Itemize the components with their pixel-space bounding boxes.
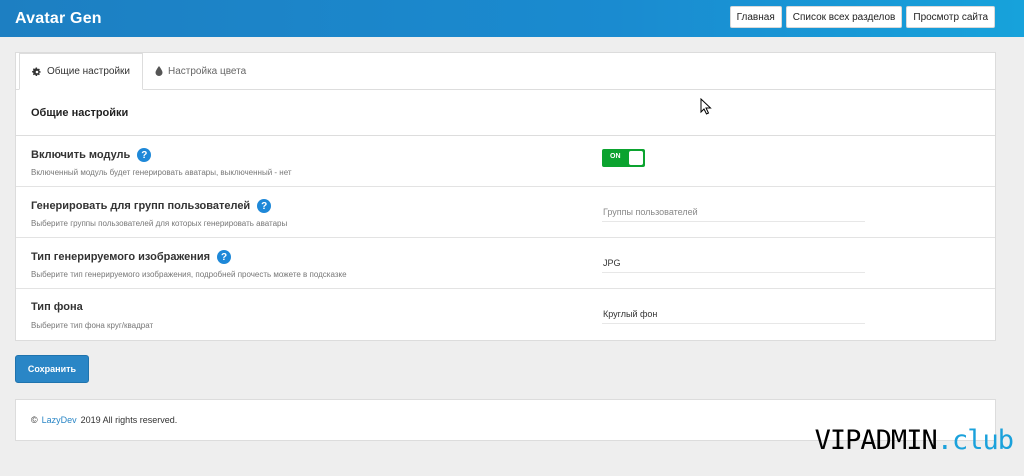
setting-label: Тип генерируемого изображения — [31, 251, 211, 263]
watermark-dot: . — [936, 425, 953, 456]
enable-module-toggle[interactable]: ON — [602, 149, 645, 167]
setting-description: Выберите тип генерируемого изображения, … — [31, 270, 347, 279]
save-button[interactable]: Сохранить — [15, 355, 89, 383]
top-navbar: Avatar Gen Главная Список всех разделов … — [0, 0, 1024, 37]
setting-row-image-type: Тип генерируемого изображения ? Выберите… — [16, 238, 995, 289]
tab-label: Настройка цвета — [168, 65, 247, 77]
copyright-text: 2019 All rights reserved. — [80, 415, 178, 425]
copyright-symbol: © — [31, 415, 38, 425]
watermark-suffix: club — [951, 425, 1014, 456]
watermark-main: VIPADMIN — [814, 425, 938, 456]
all-sections-button[interactable]: Список всех разделов — [785, 6, 903, 28]
view-site-button[interactable]: Просмотр сайта — [906, 6, 995, 28]
home-button[interactable]: Главная — [729, 6, 782, 28]
tab-label: Общие настройки — [47, 66, 130, 77]
app-title: Avatar Gen — [15, 9, 102, 27]
drop-icon — [155, 66, 163, 76]
help-icon[interactable]: ? — [217, 250, 232, 264]
settings-panel: Общие настройки Настройка цвета Общие на… — [15, 52, 996, 341]
help-icon[interactable]: ? — [137, 148, 152, 162]
image-type-select[interactable]: JPG — [602, 253, 865, 273]
help-icon[interactable]: ? — [257, 199, 272, 213]
watermark: VIPADMIN.club — [814, 425, 1014, 456]
section-title: Общие настройки — [16, 90, 995, 136]
tab-color-settings[interactable]: Настройка цвета — [143, 53, 258, 89]
setting-description: Выберите тип фона круг/квадрат — [31, 321, 154, 330]
toggle-state-label: ON — [610, 153, 621, 160]
tab-general-settings[interactable]: Общие настройки — [19, 53, 143, 90]
setting-row-user-groups: Генерировать для групп пользователей ? В… — [16, 187, 995, 238]
mouse-pointer-icon — [700, 97, 712, 120]
background-type-select[interactable]: Круглый фон — [602, 304, 865, 324]
header-buttons: Главная Список всех разделов Просмотр са… — [729, 6, 995, 28]
gear-icon — [32, 67, 42, 77]
setting-label: Тип фона — [31, 301, 83, 313]
setting-row-enable-module: Включить модуль ? Включенный модуль буде… — [16, 136, 995, 187]
lazydev-link[interactable]: LazyDev — [42, 415, 77, 425]
setting-label: Включить модуль — [31, 149, 131, 161]
setting-row-background-type: Тип фона Выберите тип фона круг/квадрат … — [16, 289, 995, 340]
tab-bar: Общие настройки Настройка цвета — [16, 53, 995, 90]
setting-description: Выберите группы пользователей для которы… — [31, 219, 288, 228]
setting-label: Генерировать для групп пользователей — [31, 200, 251, 212]
user-groups-select[interactable]: Группы пользователей — [602, 202, 865, 222]
setting-description: Включенный модуль будет генерировать ава… — [31, 168, 292, 177]
toggle-knob — [629, 151, 643, 165]
